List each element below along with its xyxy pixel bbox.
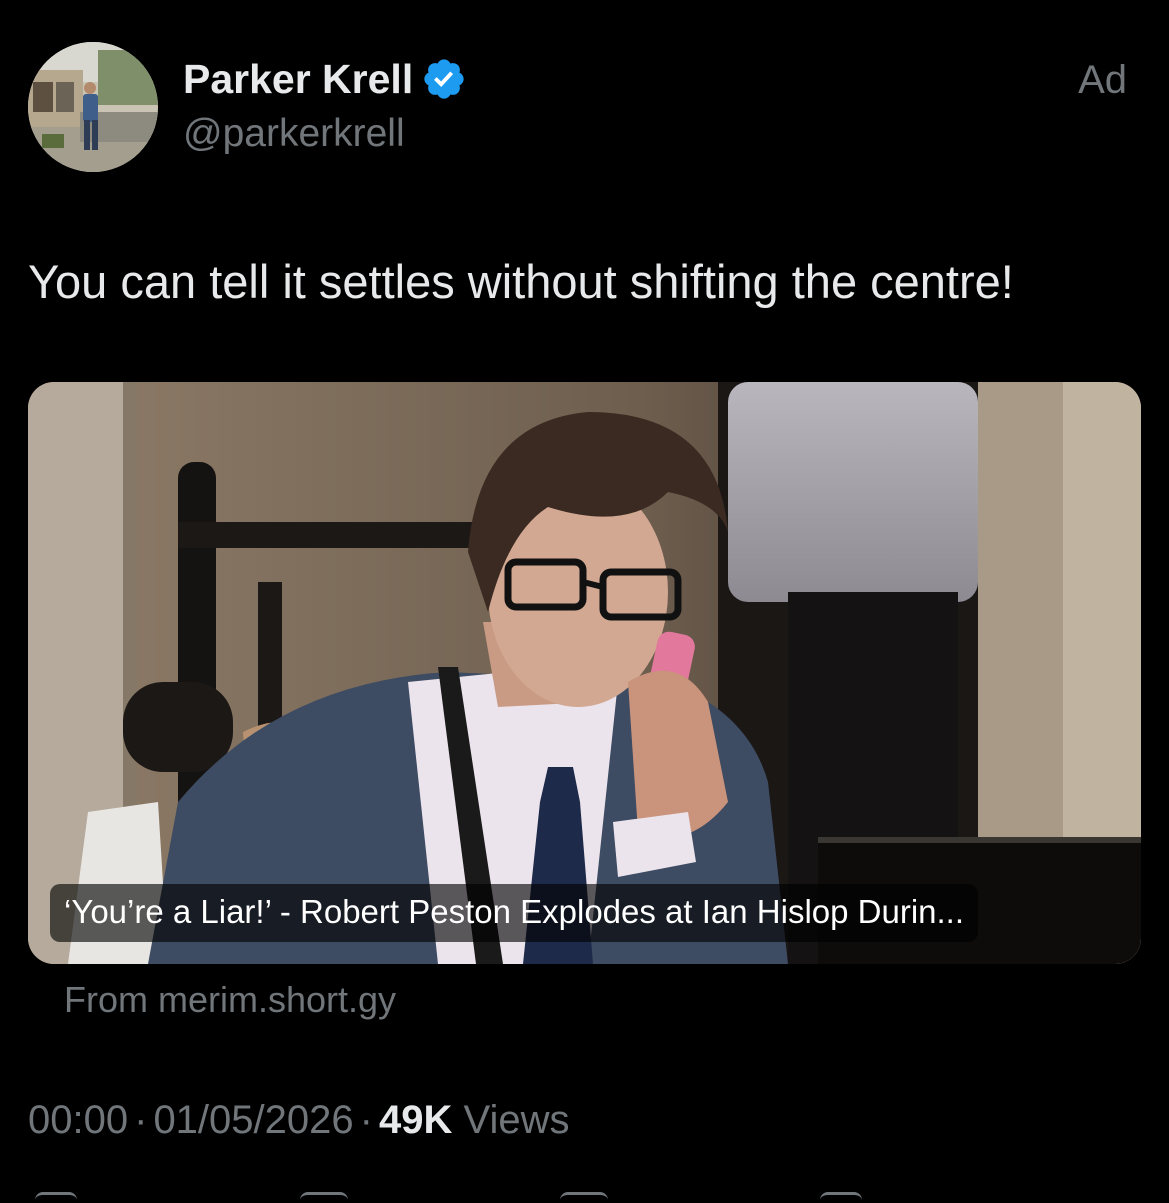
link-card[interactable]: ‘You’re a Liar!’ - Robert Peston Explode…: [28, 382, 1141, 964]
author-display-name[interactable]: Parker Krell: [183, 58, 413, 100]
views-label: Views: [463, 1098, 570, 1142]
meta-separator: ·: [359, 1098, 373, 1142]
verified-badge-icon[interactable]: [421, 56, 467, 102]
views-count: 49K: [378, 1098, 453, 1142]
author-handle[interactable]: @parkerkrell: [183, 114, 405, 153]
repost-icon[interactable]: [300, 1192, 348, 1203]
tweet-text: You can tell it settles without shifting…: [28, 255, 1014, 308]
like-icon[interactable]: [560, 1192, 608, 1203]
reply-icon[interactable]: [35, 1192, 77, 1203]
bookmark-icon[interactable]: [820, 1192, 862, 1203]
tweet-meta-row: 00:00 · 01/05/2026 · 49K Views: [28, 1100, 569, 1140]
meta-separator: ·: [134, 1098, 148, 1142]
ad-label: Ad: [1078, 58, 1127, 102]
tweet-time[interactable]: 00:00: [28, 1098, 128, 1142]
link-card-source[interactable]: From merim.short.gy: [64, 982, 396, 1018]
link-card-caption[interactable]: ‘You’re a Liar!’ - Robert Peston Explode…: [50, 884, 979, 942]
link-card-image: [28, 382, 1141, 964]
tweet-date[interactable]: 01/05/2026: [153, 1098, 353, 1142]
avatar[interactable]: [28, 42, 158, 172]
avatar-image: [28, 42, 158, 172]
tweet-action-bar: [0, 1188, 1169, 1200]
author-display-name-row[interactable]: Parker Krell: [183, 56, 467, 102]
